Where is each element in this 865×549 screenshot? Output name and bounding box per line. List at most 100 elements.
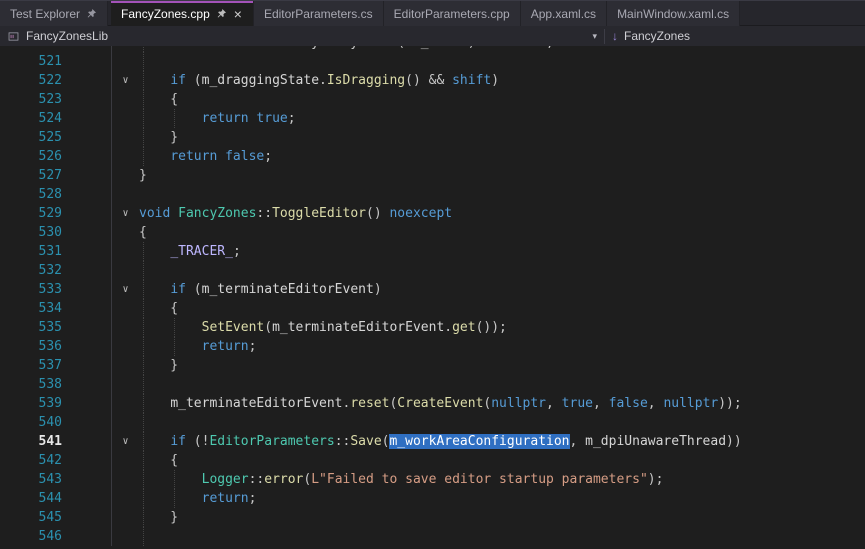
code-text[interactable]: {	[139, 451, 865, 470]
glyph-margin[interactable]	[62, 451, 112, 470]
code-text[interactable]: if (m_draggingState.IsDragging() && shif…	[139, 71, 865, 90]
code-text[interactable]: return;	[139, 489, 865, 508]
tab-editorparameters-cs[interactable]: EditorParameters.cs	[254, 1, 384, 26]
line-number[interactable]: 540	[0, 413, 62, 432]
line-number[interactable]: 532	[0, 261, 62, 280]
pin-icon[interactable]	[86, 8, 97, 19]
code-text[interactable]: Logger::error(L"Failed to save editor st…	[139, 470, 865, 489]
line-number[interactable]: 534	[0, 299, 62, 318]
glyph-margin[interactable]	[62, 375, 112, 394]
code-text[interactable]: return false;	[139, 147, 865, 166]
glyph-margin[interactable]	[62, 337, 112, 356]
glyph-margin[interactable]	[62, 166, 112, 185]
token: EditorParameters	[209, 434, 334, 449]
code-text[interactable]: {	[139, 90, 865, 109]
code-text[interactable]	[139, 375, 865, 394]
code-text[interactable]: }	[139, 356, 865, 375]
line-number[interactable]: 522	[0, 71, 62, 90]
fold-chevron-icon[interactable]: ∨	[112, 432, 139, 451]
line-number[interactable]: 525	[0, 128, 62, 147]
code-text[interactable]	[139, 527, 865, 546]
glyph-margin[interactable]	[62, 261, 112, 280]
line-number[interactable]: 538	[0, 375, 62, 394]
code-text[interactable]	[139, 52, 865, 71]
tab-test-explorer[interactable]: Test Explorer	[0, 1, 108, 26]
line-number[interactable]: 537	[0, 356, 62, 375]
code-text[interactable]: }	[139, 128, 865, 147]
line-number[interactable]: 521	[0, 52, 62, 71]
project-dropdown[interactable]: FancyZonesLib ▾	[0, 26, 604, 46]
glyph-margin[interactable]	[62, 128, 112, 147]
glyph-margin[interactable]	[62, 90, 112, 109]
code-line: 528	[0, 185, 865, 204]
code-text[interactable]: return true;	[139, 109, 865, 128]
line-number[interactable]: 527	[0, 166, 62, 185]
line-number[interactable]: 544	[0, 489, 62, 508]
line-number[interactable]: 524	[0, 109, 62, 128]
tab-mainwindow-xaml-cs[interactable]: MainWindow.xaml.cs	[607, 1, 740, 26]
line-number[interactable]: 533	[0, 280, 62, 299]
fold-chevron-icon[interactable]: ∨	[112, 71, 139, 90]
fold-chevron-icon[interactable]: ∨	[112, 204, 139, 223]
glyph-margin[interactable]	[62, 489, 112, 508]
line-number[interactable]: 542	[0, 451, 62, 470]
glyph-margin[interactable]	[62, 109, 112, 128]
glyph-margin[interactable]	[62, 223, 112, 242]
code-text[interactable]	[139, 185, 865, 204]
code-text[interactable]: return;	[139, 337, 865, 356]
tab-fancyzones-cpp[interactable]: FancyZones.cpp×	[111, 1, 254, 26]
tab-app-xaml-cs[interactable]: App.xaml.cs	[521, 1, 607, 26]
member-dropdown[interactable]: ↓ FancyZones	[605, 26, 697, 46]
glyph-margin[interactable]	[62, 470, 112, 489]
indent-guide	[143, 451, 144, 470]
fold-chevron-icon[interactable]: ∨	[112, 280, 139, 299]
code-text[interactable]: SetEvent(m_terminateEditorEvent.get());	[139, 318, 865, 337]
close-icon[interactable]: ×	[233, 7, 243, 21]
pin-icon[interactable]	[216, 8, 227, 19]
code-text[interactable]: _TRACER_;	[139, 242, 865, 261]
glyph-margin[interactable]	[62, 413, 112, 432]
line-number[interactable]: 546	[0, 527, 62, 546]
code-text[interactable]: {	[139, 223, 865, 242]
glyph-margin[interactable]	[62, 242, 112, 261]
code-text[interactable]	[139, 261, 865, 280]
glyph-margin[interactable]	[62, 356, 112, 375]
line-number[interactable]: 536	[0, 337, 62, 356]
glyph-margin[interactable]	[62, 527, 112, 546]
code-text[interactable]: }	[139, 166, 865, 185]
glyph-margin[interactable]	[62, 71, 112, 90]
line-number[interactable]: 529	[0, 204, 62, 223]
code-text[interactable]: m_terminateEditorEvent.reset(CreateEvent…	[139, 394, 865, 413]
glyph-margin[interactable]	[62, 299, 112, 318]
line-number[interactable]: 545	[0, 508, 62, 527]
line-number[interactable]: 530	[0, 223, 62, 242]
glyph-margin[interactable]	[62, 432, 112, 451]
code-line: 521	[0, 52, 865, 71]
line-number[interactable]: 541	[0, 432, 62, 451]
navigation-bar: FancyZonesLib ▾ ↓ FancyZones	[0, 25, 865, 46]
line-number[interactable]: 528	[0, 185, 62, 204]
glyph-margin[interactable]	[62, 204, 112, 223]
glyph-margin[interactable]	[62, 318, 112, 337]
glyph-margin[interactable]	[62, 52, 112, 71]
glyph-margin[interactable]	[62, 394, 112, 413]
code-text[interactable]: {	[139, 299, 865, 318]
code-text[interactable]	[139, 413, 865, 432]
line-number[interactable]: 523	[0, 90, 62, 109]
code-text[interactable]: if (m_terminateEditorEvent)	[139, 280, 865, 299]
line-number[interactable]: 539	[0, 394, 62, 413]
line-number[interactable]: 531	[0, 242, 62, 261]
line-number[interactable]: 543	[0, 470, 62, 489]
glyph-margin[interactable]	[62, 147, 112, 166]
line-number[interactable]: 535	[0, 318, 62, 337]
glyph-margin[interactable]	[62, 185, 112, 204]
code-editor[interactable]: 520 bool shift = GetAsyncKeyState(VK_SHI…	[0, 46, 865, 549]
line-number[interactable]: 526	[0, 147, 62, 166]
indent-guide	[174, 109, 175, 128]
glyph-margin[interactable]	[62, 508, 112, 527]
tab-editorparameters-cpp[interactable]: EditorParameters.cpp	[384, 1, 521, 26]
code-text[interactable]: if (!EditorParameters::Save(m_workAreaCo…	[139, 432, 865, 451]
code-text[interactable]: void FancyZones::ToggleEditor() noexcept	[139, 204, 865, 223]
glyph-margin[interactable]	[62, 280, 112, 299]
code-text[interactable]: }	[139, 508, 865, 527]
